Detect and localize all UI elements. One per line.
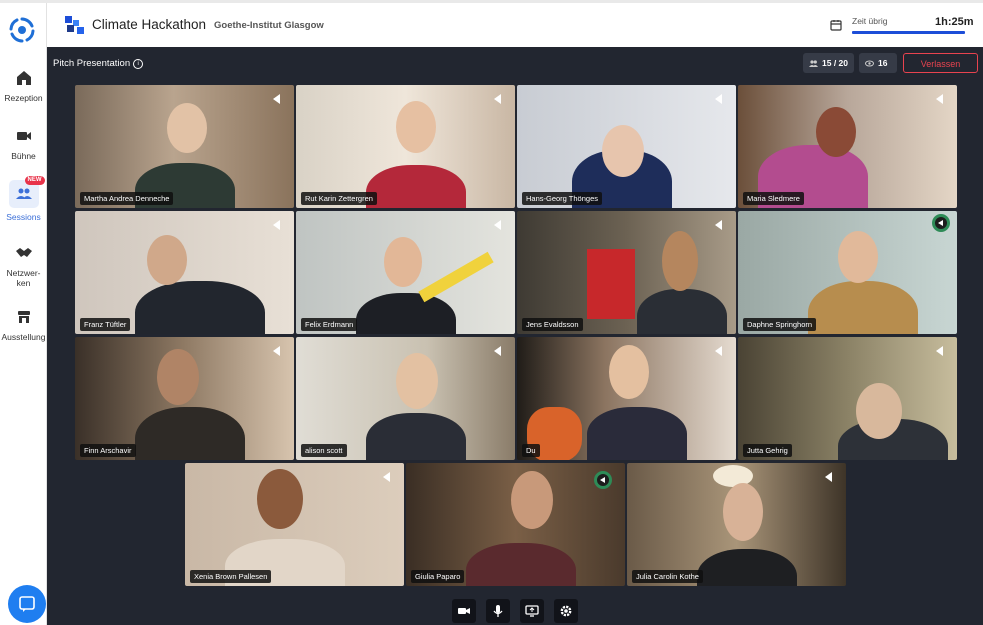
- handshake-icon: [15, 248, 32, 257]
- speaker-icon[interactable]: [273, 220, 280, 230]
- sidebar-item-label: Sessions: [6, 212, 41, 222]
- speaking-indicator-icon[interactable]: [594, 471, 612, 489]
- participant-name: alison scott: [301, 444, 347, 457]
- video-tile[interactable]: Maria Sledmere: [738, 85, 957, 208]
- speaker-icon[interactable]: [494, 94, 501, 104]
- session-stage: Pitch Presentation i 15 / 20 16 Verlassen…: [47, 47, 983, 625]
- microphone-toggle-button[interactable]: [486, 599, 510, 623]
- chat-icon: [19, 596, 35, 612]
- time-remaining-label: Zeit übrig: [852, 16, 888, 26]
- video-tile[interactable]: alison scott: [296, 337, 515, 460]
- calendar-icon[interactable]: [830, 19, 842, 31]
- microphone-icon: [493, 605, 503, 617]
- people-icon: [809, 59, 818, 67]
- speaker-icon[interactable]: [273, 94, 280, 104]
- settings-button[interactable]: [554, 599, 578, 623]
- participant-name: Du: [522, 444, 540, 457]
- participant-name: Hans-Georg Thönges: [522, 192, 602, 205]
- speaker-icon[interactable]: [825, 472, 832, 482]
- participant-name: Rut Karin Zettergren: [301, 192, 377, 205]
- video-tile[interactable]: Daphne Springhorn: [738, 211, 957, 334]
- video-tile[interactable]: Jens Evaldsson: [517, 211, 736, 334]
- participant-name: Franz Tüftler: [80, 318, 131, 331]
- sidebar-item-label: Rezeption: [4, 93, 43, 103]
- video-tile[interactable]: Martha Andrea Denneche: [75, 85, 294, 208]
- sidebar-item-buehne[interactable]: Bühne: [0, 127, 47, 161]
- speaker-icon[interactable]: [715, 220, 722, 230]
- camera-toggle-button[interactable]: [452, 599, 476, 623]
- info-icon[interactable]: i: [133, 59, 144, 69]
- video-tile[interactable]: Hans-Georg Thönges: [517, 85, 736, 208]
- sidebar-item-label: Netzwer- ken: [6, 268, 41, 288]
- eye-icon: [865, 60, 874, 66]
- speaker-icon[interactable]: [936, 94, 943, 104]
- sidebar-item-netzwerken[interactable]: Netzwer- ken: [0, 244, 47, 288]
- participant-name: Xenia Brown Pallesen: [190, 570, 272, 583]
- video-tile[interactable]: Jutta Gehrig: [738, 337, 957, 460]
- app-logo-icon[interactable]: [8, 16, 36, 44]
- participant-name: Finn Arschavir: [80, 444, 136, 457]
- speaking-indicator-icon[interactable]: [932, 214, 950, 232]
- booth-icon: [17, 311, 30, 323]
- new-badge: NEW: [24, 176, 45, 185]
- screen-share-button[interactable]: [520, 599, 544, 623]
- settings-icon: [560, 605, 572, 617]
- sidebar-item-rezeption[interactable]: Rezeption: [0, 69, 47, 103]
- participant-name: Martha Andrea Denneche: [80, 192, 174, 205]
- video-tile[interactable]: Franz Tüftler: [75, 211, 294, 334]
- speaker-icon[interactable]: [715, 346, 722, 356]
- chat-button[interactable]: [8, 585, 46, 623]
- speaker-icon[interactable]: [715, 94, 722, 104]
- participant-count-badge: 15 / 20: [803, 53, 854, 73]
- sidebar-item-ausstellung[interactable]: Ausstellung: [0, 308, 47, 342]
- screen-share-icon: [525, 605, 539, 617]
- participant-name: Felix Erdmann: [301, 318, 358, 331]
- time-remaining-value: 1h:25m: [935, 16, 974, 28]
- sidebar-item-label: Bühne: [11, 151, 36, 161]
- video-tile[interactable]: Felix Erdmann: [296, 211, 515, 334]
- sidebar-item-label: Ausstellung: [1, 332, 46, 342]
- participant-name: Julia Carolin Kothe: [632, 570, 703, 583]
- video-tile[interactable]: Giulia Paparo: [406, 463, 625, 586]
- video-camera-icon: [16, 132, 31, 140]
- app-title: Climate Hackathon: [92, 17, 207, 32]
- video-tile[interactable]: Rut Karin Zettergren: [296, 85, 515, 208]
- home-icon: [16, 71, 31, 85]
- video-tile[interactable]: Du: [517, 337, 736, 460]
- participant-name: Jutta Gehrig: [743, 444, 792, 457]
- participant-name: Daphne Springhorn: [743, 318, 817, 331]
- speaker-icon[interactable]: [936, 346, 943, 356]
- speaker-icon[interactable]: [494, 220, 501, 230]
- sidebar-item-sessions[interactable]: NEW Sessions: [0, 176, 47, 222]
- left-sidebar: Rezeption Bühne NEW Sessions Netzwer- ke…: [0, 3, 47, 625]
- organizer-name: Goethe-Institut Glasgow: [214, 20, 324, 31]
- speaker-icon[interactable]: [273, 346, 280, 356]
- speaker-icon[interactable]: [494, 346, 501, 356]
- event-logo-icon: [65, 16, 84, 34]
- participant-name: Jens Evaldsson: [522, 318, 583, 331]
- participant-name: Giulia Paparo: [411, 570, 465, 583]
- session-title: Pitch Presentation i: [53, 58, 144, 69]
- video-tile[interactable]: Finn Arschavir: [75, 337, 294, 460]
- video-tile[interactable]: Julia Carolin Kothe: [627, 463, 846, 586]
- speaker-icon[interactable]: [383, 472, 390, 482]
- camera-icon: [458, 608, 470, 614]
- video-tile[interactable]: Xenia Brown Pallesen: [185, 463, 404, 586]
- participant-name: Maria Sledmere: [743, 192, 804, 205]
- leave-button[interactable]: Verlassen: [903, 53, 978, 73]
- top-header: Climate Hackathon Goethe-Institut Glasgo…: [47, 3, 983, 47]
- time-remaining-bar: [852, 31, 965, 34]
- viewer-count-badge: 16: [859, 53, 897, 73]
